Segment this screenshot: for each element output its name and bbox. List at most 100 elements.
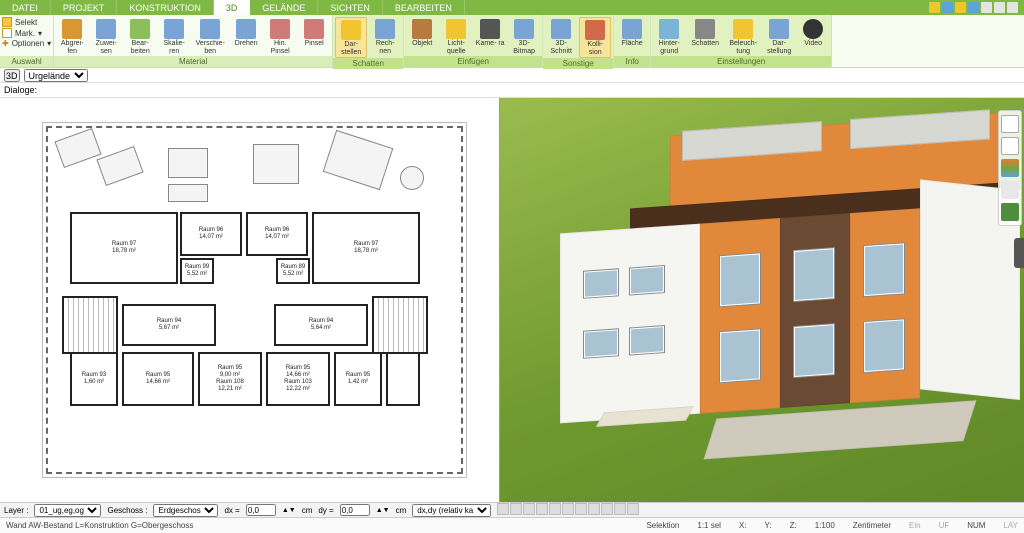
drehen-button[interactable]: Drehen xyxy=(230,17,262,56)
tab-bearbeiten[interactable]: BEARBEITEN xyxy=(383,0,465,15)
tab-konstruktion[interactable]: KONSTRUKTION xyxy=(117,0,214,15)
ribbon-group-einfuegen: Objekt Licht- quelle Kame- ra 3D- Bitmap… xyxy=(404,15,543,67)
snap-icon[interactable] xyxy=(601,503,613,515)
mark-toggle[interactable]: Mark.▾ xyxy=(2,28,51,38)
snap-icon[interactable] xyxy=(575,503,587,515)
verschieben-button[interactable]: Verschie- ben xyxy=(192,17,228,56)
status-z: Z: xyxy=(790,521,797,530)
3d-schnitt-button[interactable]: 3D- Schnitt xyxy=(545,17,577,58)
panel-handle[interactable] xyxy=(1014,238,1024,268)
video-button[interactable]: Video xyxy=(797,17,829,56)
status-sel: 1:1 sel xyxy=(697,521,721,530)
snap-icon[interactable] xyxy=(510,503,522,515)
help2-icon[interactable] xyxy=(968,2,979,13)
snap-icon[interactable] xyxy=(549,503,561,515)
layer-select[interactable]: 01_ug,eg,og xyxy=(34,504,101,517)
palette-terrain-icon[interactable] xyxy=(1001,203,1019,221)
pinsel-button[interactable]: Pinsel xyxy=(298,17,330,56)
group-title-einfuegen: Einfügen xyxy=(404,56,542,67)
geschoss-select[interactable]: Erdgeschos xyxy=(153,504,218,517)
group-title-sonstige: Sonstige xyxy=(543,58,613,69)
tab-3d[interactable]: 3D xyxy=(214,0,251,15)
darstellen-button[interactable]: Dar- stellen xyxy=(335,17,367,58)
group-title-material: Material xyxy=(54,56,332,67)
schatten-settings-button[interactable]: Schatten xyxy=(687,17,723,56)
dy-label: dy = xyxy=(318,506,333,515)
status-bar: Wand AW-Bestand L=Konstruktion G=Oberges… xyxy=(0,517,1024,533)
status-unit: Zentimeter xyxy=(853,521,891,530)
layer-label: Layer : xyxy=(4,506,28,515)
view-subbar: 3D Urgelände xyxy=(0,68,1024,83)
view-palette xyxy=(998,110,1022,226)
darstellung-button[interactable]: Dar- stellung xyxy=(763,17,795,56)
view-dropdown[interactable]: Urgelände xyxy=(24,69,88,82)
palette-layers-icon[interactable] xyxy=(1001,115,1019,133)
dialog-label: Dialoge: xyxy=(4,85,37,95)
bottom-toolbar: Layer : 01_ug,eg,og Geschoss : Erdgescho… xyxy=(0,502,1024,517)
selekt-toggle[interactable]: Selekt xyxy=(2,17,51,27)
snap-icon[interactable] xyxy=(588,503,600,515)
snap-icon[interactable] xyxy=(523,503,535,515)
beleuchtung-button[interactable]: Beleuch- tung xyxy=(725,17,761,56)
lichtquelle-button[interactable]: Licht- quelle xyxy=(440,17,472,56)
status-lay: LAY xyxy=(1003,521,1018,530)
3d-bitmap-button[interactable]: 3D- Bitmap xyxy=(508,17,540,56)
status-scale: 1:100 xyxy=(815,521,835,530)
snap-icon[interactable] xyxy=(614,503,626,515)
geschoss-label: Geschoss : xyxy=(107,506,147,515)
flaeche-button[interactable]: Fläche xyxy=(616,17,648,56)
ribbon-group-schatten: Dar- stellen Rech- nen Schatten xyxy=(333,15,404,67)
status-ein: Ein xyxy=(909,521,921,530)
rechnen-button[interactable]: Rech- nen xyxy=(369,17,401,58)
dy-input[interactable] xyxy=(340,504,370,516)
ribbon-group-info: Fläche Info xyxy=(614,15,651,67)
skalieren-button[interactable]: Skalie- ren xyxy=(158,17,190,56)
hintergrund-button[interactable]: Hinter- grund xyxy=(653,17,685,56)
menu-tabbar: DATEI PROJEKT KONSTRUKTION 3D GELÄNDE SI… xyxy=(0,0,1024,15)
unknown-icon[interactable] xyxy=(955,2,966,13)
palette-grid-icon[interactable] xyxy=(1001,181,1019,199)
kollision-button[interactable]: Kolli- sion xyxy=(579,17,611,58)
dx-input[interactable] xyxy=(246,504,276,516)
3d-toggle-button[interactable]: 3D xyxy=(4,69,20,82)
zuweisen-button[interactable]: Zuwei- sen xyxy=(90,17,122,56)
floor-plan: Raum 9718,78 m² Raum 995,52 m² Raum 9614… xyxy=(28,108,481,492)
ribbon-group-material: Abgrei- fen Zuwei- sen Bear- beiten Skal… xyxy=(54,15,333,67)
hin-pinsel-button[interactable]: Hin. Pinsel xyxy=(264,17,296,56)
bearbeiten-button[interactable]: Bear- beiten xyxy=(124,17,156,56)
group-title-schatten: Schatten xyxy=(333,58,403,69)
optionen-button[interactable]: ✚Optionen▾ xyxy=(2,39,51,48)
snap-icon[interactable] xyxy=(497,503,509,515)
maximize-icon[interactable] xyxy=(994,2,1005,13)
help-icon[interactable] xyxy=(929,2,940,13)
status-left: Wand AW-Bestand L=Konstruktion G=Oberges… xyxy=(6,521,193,530)
status-uf: UF xyxy=(939,521,950,530)
ribbon-group-auswahl: Selekt Mark.▾ ✚Optionen▾ Auswahl xyxy=(0,15,54,67)
ribbon-group-sonstige: 3D- Schnitt Kolli- sion Sonstige xyxy=(543,15,614,67)
cm-label-1: cm xyxy=(302,506,313,515)
close-icon[interactable] xyxy=(1007,2,1018,13)
tab-datei[interactable]: DATEI xyxy=(0,0,51,15)
tab-projekt[interactable]: PROJEKT xyxy=(51,0,118,15)
palette-materials-icon[interactable] xyxy=(1001,159,1019,177)
settings-icon[interactable] xyxy=(942,2,953,13)
dialog-bar: Dialoge: xyxy=(0,83,1024,98)
abgreifen-button[interactable]: Abgrei- fen xyxy=(56,17,88,56)
objekt-button[interactable]: Objekt xyxy=(406,17,438,56)
snap-icon[interactable] xyxy=(627,503,639,515)
group-title-info: Info xyxy=(614,56,650,67)
palette-view-icon[interactable] xyxy=(1001,137,1019,155)
tab-gelaende[interactable]: GELÄNDE xyxy=(250,0,318,15)
group-title-auswahl: Auswahl xyxy=(0,56,53,67)
coord-mode-select[interactable]: dx,dy (relativ ka xyxy=(412,504,491,517)
snap-icon[interactable] xyxy=(536,503,548,515)
2d-viewport[interactable]: Raum 9718,78 m² Raum 995,52 m² Raum 9614… xyxy=(0,98,500,502)
snap-icon[interactable] xyxy=(562,503,574,515)
tab-sichten[interactable]: SICHTEN xyxy=(318,0,383,15)
3d-viewport[interactable] xyxy=(500,98,1024,502)
kamera-button[interactable]: Kame- ra xyxy=(474,17,506,56)
status-y: Y: xyxy=(765,521,772,530)
ribbon: Selekt Mark.▾ ✚Optionen▾ Auswahl Abgrei-… xyxy=(0,15,1024,68)
minimize-icon[interactable] xyxy=(981,2,992,13)
house-model xyxy=(560,113,1000,484)
